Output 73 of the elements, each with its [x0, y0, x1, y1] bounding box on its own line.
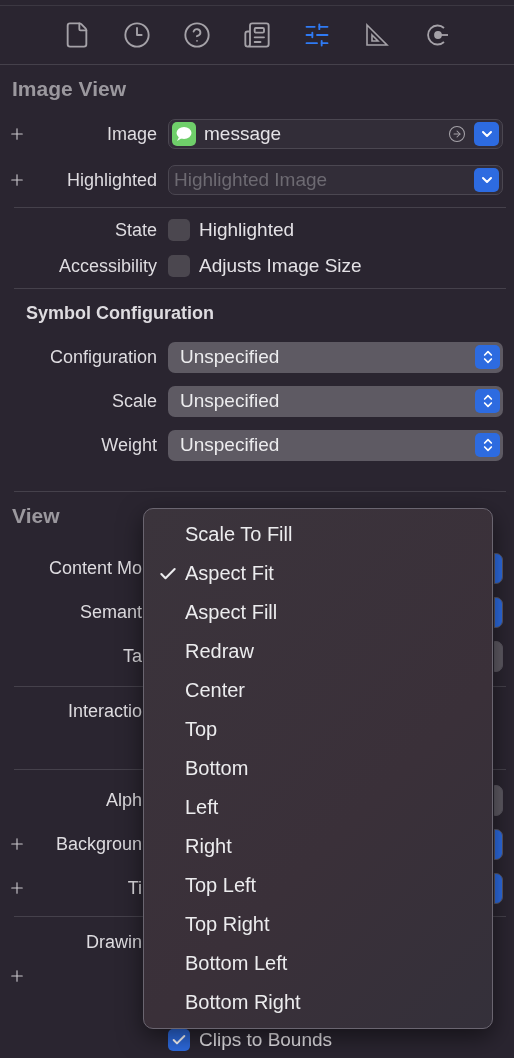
checkbox-label: Adjusts Image Size — [199, 255, 362, 277]
menu-item[interactable]: Scale To Fill — [144, 515, 492, 554]
field-label: Semant — [78, 601, 142, 623]
section-title: Image View — [11, 76, 126, 102]
menu-item-label: Bottom Right — [185, 991, 301, 1014]
menu-item-label: Right — [185, 835, 232, 858]
menu-item[interactable]: Aspect Fit — [144, 554, 492, 593]
menu-item[interactable]: Top Left — [144, 866, 492, 905]
field-label: Weight — [100, 434, 157, 456]
field-label: Highlighted — [65, 169, 157, 191]
menu-item[interactable]: Redraw — [144, 632, 492, 671]
checkbox[interactable] — [168, 1029, 190, 1051]
popup-button-edge[interactable] — [494, 552, 503, 584]
menu-item-label: Scale To Fill — [185, 523, 293, 546]
add-icon[interactable] — [8, 835, 26, 853]
menu-item-label: Top Left — [185, 874, 257, 897]
menu-item-label: Aspect Fit — [185, 562, 274, 585]
popup-button-edge[interactable] — [494, 872, 503, 904]
combo-box[interactable]: Highlighted Image — [168, 165, 503, 195]
menu-item[interactable]: Right — [144, 827, 492, 866]
menu-item[interactable]: Bottom Right — [144, 983, 492, 1022]
dropdown-button[interactable] — [474, 122, 499, 146]
menu-item[interactable]: Bottom Left — [144, 944, 492, 983]
menu-item[interactable]: Left — [144, 788, 492, 827]
menu-item[interactable]: Center — [144, 671, 492, 710]
stepper-icon — [475, 433, 500, 457]
stepper-edge[interactable] — [494, 640, 503, 672]
add-icon[interactable] — [8, 879, 26, 897]
checkbox[interactable] — [168, 255, 190, 277]
image-field[interactable]: message — [168, 119, 503, 149]
menu-item-label: Center — [185, 679, 246, 702]
field-label: Content Mo — [47, 557, 142, 579]
menu-item-label: Aspect Fill — [185, 601, 278, 624]
field-label: Scale — [110, 390, 157, 412]
menu-item-label: Redraw — [185, 640, 254, 663]
checkbox-label: Clips to Bounds — [199, 1029, 333, 1051]
field-label: State — [113, 219, 157, 241]
menu-item-label: Left — [185, 796, 219, 819]
popup-button[interactable]: Unspecified — [168, 429, 503, 461]
menu-item-label: Bottom — [185, 757, 249, 780]
checkbox-label: Highlighted — [199, 219, 295, 241]
stepper-icon — [475, 345, 500, 369]
section-title: Symbol Configuration — [25, 302, 214, 325]
menu-item-label: Bottom Left — [185, 952, 288, 975]
popup-button[interactable]: Unspecified — [168, 341, 503, 373]
add-icon[interactable] — [8, 125, 26, 143]
field-label: Ta — [122, 645, 142, 667]
menu-item[interactable]: Bottom — [144, 749, 492, 788]
menu-item[interactable]: Top Right — [144, 905, 492, 944]
section-title: View — [11, 503, 60, 529]
add-icon[interactable] — [8, 967, 26, 985]
field-label: Interactio — [66, 700, 142, 722]
message-app-icon — [172, 122, 196, 146]
menu-item[interactable]: Top — [144, 710, 492, 749]
stepper-icon — [475, 389, 500, 413]
stepper-edge[interactable] — [494, 784, 503, 816]
menu-item-label: Top Right — [185, 913, 270, 936]
input-field[interactable]: Highlighted Image — [172, 168, 466, 192]
field-label: Accessibility — [57, 255, 157, 277]
field-label: Alph — [104, 789, 142, 811]
add-icon[interactable] — [8, 171, 26, 189]
popup-button-edge[interactable] — [494, 828, 503, 860]
popup-button-edge[interactable] — [494, 596, 503, 628]
checkbox[interactable] — [168, 219, 190, 241]
popup-button[interactable]: Unspecified — [168, 385, 503, 417]
dropdown-button[interactable] — [474, 168, 499, 192]
menu-item[interactable]: Aspect Fill — [144, 593, 492, 632]
field-label: Backgroun — [54, 833, 142, 855]
field-label: Image — [105, 123, 157, 145]
field-label: Ti — [126, 877, 142, 899]
field-label: Drawin — [85, 931, 142, 953]
menu-item-label: Top — [185, 718, 218, 741]
field-label: Configuration — [48, 346, 157, 368]
